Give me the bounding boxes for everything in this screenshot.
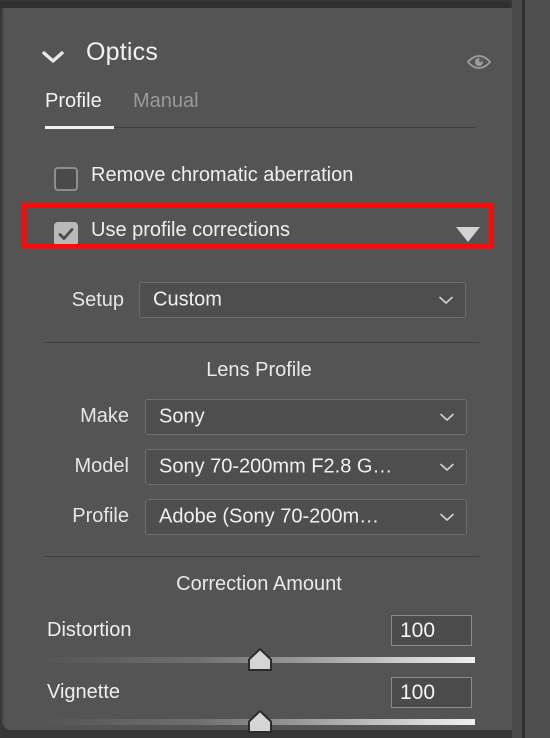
remove-chromatic-aberration-checkbox[interactable] [54, 167, 78, 191]
tab-profile[interactable]: Profile [45, 90, 102, 113]
chevron-down-icon[interactable] [42, 50, 64, 64]
profile-dropdown[interactable]: Adobe (Sony 70-200m… [145, 499, 467, 535]
remove-chromatic-aberration-label: Remove chromatic aberration [91, 164, 354, 186]
make-dropdown-value: Sony [159, 405, 205, 428]
vignette-slider[interactable] [45, 709, 475, 735]
distortion-value: 100 [400, 618, 436, 642]
distortion-slider-handle[interactable] [246, 647, 274, 673]
tab-manual[interactable]: Manual [133, 90, 199, 113]
tab-bar-baseline [114, 127, 476, 128]
distortion-label: Distortion [47, 619, 132, 641]
make-label: Make [80, 405, 129, 427]
use-profile-corrections-label: Use profile corrections [91, 219, 290, 241]
lens-profile-heading: Lens Profile [206, 359, 312, 381]
setup-dropdown[interactable]: Custom [139, 282, 466, 318]
tab-bar: Profile Manual [4, 90, 514, 136]
setup-label: Setup [71, 289, 124, 311]
divider [44, 556, 479, 557]
vignette-value-input[interactable]: 100 [391, 677, 472, 708]
make-dropdown[interactable]: Sony [145, 399, 467, 435]
triangle-down-icon[interactable] [456, 227, 480, 242]
model-dropdown-value: Sony 70-200mm F2.8 G… [159, 455, 393, 478]
chevron-down-icon [439, 462, 455, 472]
profile-label: Profile [72, 505, 129, 527]
chevron-down-icon [439, 412, 455, 422]
panel-header: Optics [4, 24, 514, 80]
use-profile-corrections-checkbox[interactable] [54, 222, 78, 246]
tab-active-underline [45, 126, 114, 129]
optics-panel-root: Optics Profile Manual Remove chromatic a… [0, 0, 550, 738]
panel-right-gutter [512, 0, 522, 738]
correction-amount-heading: Correction Amount [176, 573, 342, 595]
setup-dropdown-value: Custom [153, 288, 222, 311]
chevron-down-icon [438, 295, 454, 305]
remove-chromatic-aberration-row[interactable]: Remove chromatic aberration [4, 159, 514, 199]
divider [44, 342, 479, 343]
vignette-slider-handle[interactable] [246, 709, 274, 735]
model-label: Model [74, 455, 129, 477]
model-dropdown[interactable]: Sony 70-200mm F2.8 G… [145, 449, 467, 485]
chevron-down-icon [439, 512, 455, 522]
eye-icon[interactable] [465, 52, 493, 72]
optics-panel: Optics Profile Manual Remove chromatic a… [2, 8, 514, 735]
page-title: Optics [86, 38, 159, 66]
profile-dropdown-value: Adobe (Sony 70-200m… [159, 505, 380, 528]
distortion-slider[interactable] [45, 647, 475, 673]
use-profile-corrections-row[interactable]: Use profile corrections [4, 214, 514, 254]
vignette-label: Vignette [47, 681, 121, 703]
app-background-right [525, 0, 550, 738]
distortion-value-input[interactable]: 100 [391, 615, 472, 646]
vignette-value: 100 [400, 680, 436, 704]
